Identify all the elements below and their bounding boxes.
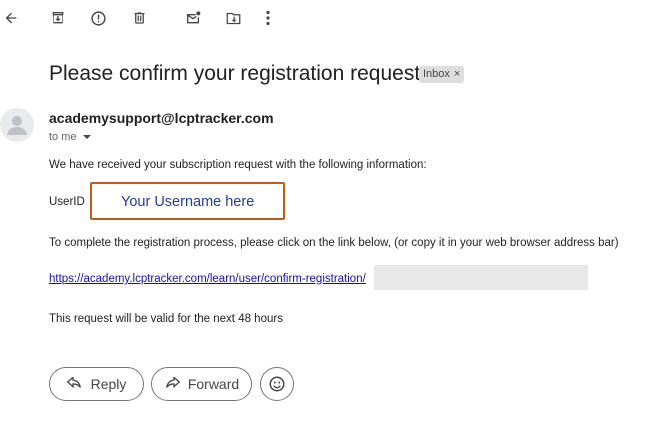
mark-unread-icon[interactable] [182,7,204,29]
redacted-area [374,265,588,290]
userid-label: UserID [49,196,85,208]
reply-icon [66,377,81,389]
recipient-text: to me [49,131,77,143]
emoji-reaction-button[interactable] [260,367,294,401]
forward-label: Forward [187,376,240,392]
sender-email[interactable]: academysupport@lcptracker.com [49,110,274,126]
reply-button[interactable]: Reply [49,367,144,401]
userid-value: Your Username here [121,194,255,210]
inbox-label-chip[interactable]: Inbox × [419,66,465,83]
instructions-text: To complete the registration process, pl… [49,237,619,249]
remove-label-icon[interactable]: × [454,66,460,83]
move-to-folder-icon[interactable] [222,7,244,29]
forward-icon [165,377,180,389]
forward-button[interactable]: Forward [151,367,252,401]
intro-text: We have received your subscription reque… [49,159,427,171]
archive-icon[interactable] [47,7,69,29]
emoji-reaction-icon [269,376,285,392]
trash-icon[interactable] [128,7,150,29]
validity-text: This request will be valid for the next … [49,313,283,325]
recipient-details[interactable]: to me [49,131,91,143]
email-subject: Please confirm your registration request [49,62,421,85]
person-icon [7,116,27,135]
sender-avatar[interactable] [0,108,34,142]
reply-label: Reply [90,376,127,392]
confirm-registration-link[interactable]: https://academy.lcptracker.com/learn/use… [49,273,366,285]
label-text: Inbox [423,68,450,80]
chevron-down-icon[interactable] [82,135,91,139]
back-arrow-icon[interactable] [0,7,22,29]
more-vert-icon[interactable] [257,7,279,29]
report-spam-icon[interactable] [87,7,109,29]
